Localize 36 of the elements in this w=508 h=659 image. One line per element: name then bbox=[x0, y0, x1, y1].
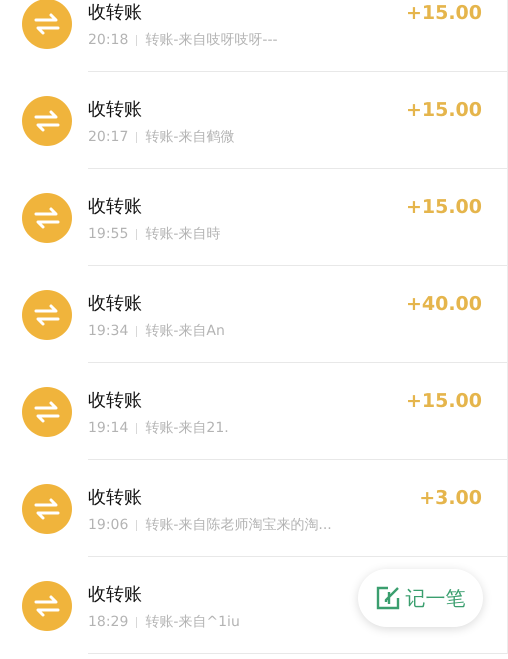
transaction-title: 收转账 bbox=[88, 292, 142, 316]
transaction-title: 收转账 bbox=[88, 1, 142, 25]
transaction-title: 收转账 bbox=[88, 583, 142, 607]
transaction-note: 转账-来自鹤微 bbox=[145, 128, 234, 146]
add-note-button[interactable]: 记一笔 bbox=[358, 569, 483, 627]
transaction-note: 转账-来自時 bbox=[145, 225, 220, 243]
transaction-time: 18:29 bbox=[88, 613, 128, 631]
transfer-icon bbox=[22, 96, 72, 146]
transaction-time: 19:34 bbox=[88, 322, 128, 340]
transaction-note: 转账-来自^1iu bbox=[145, 613, 240, 631]
transaction-note: 转账-来自陈老师淘宝来的淘... bbox=[145, 516, 332, 534]
transfer-icon bbox=[22, 193, 72, 243]
edit-icon bbox=[376, 586, 400, 610]
transaction-amount: +3.00 bbox=[419, 486, 482, 511]
transaction-time: 19:14 bbox=[88, 419, 128, 437]
transaction-amount: +15.00 bbox=[406, 195, 482, 220]
transfer-icon bbox=[22, 581, 72, 631]
transaction-note: 转账-来自21. bbox=[145, 419, 229, 437]
transaction-title: 收转账 bbox=[88, 486, 142, 510]
transaction-time: 19:55 bbox=[88, 225, 128, 243]
transaction-amount: +15.00 bbox=[406, 389, 482, 414]
transaction-note: 转账-来自An bbox=[145, 322, 225, 340]
transaction-amount: +15.00 bbox=[406, 98, 482, 123]
transfer-icon bbox=[22, 290, 72, 340]
transaction-title: 收转账 bbox=[88, 98, 142, 122]
transaction-time: 20:18 bbox=[88, 31, 128, 49]
transfer-icon bbox=[22, 0, 72, 49]
transaction-title: 收转账 bbox=[88, 389, 142, 413]
transaction-title: 收转账 bbox=[88, 195, 142, 219]
transaction-time: 20:17 bbox=[88, 128, 128, 146]
transaction-amount: +15.00 bbox=[406, 1, 482, 26]
transaction-note: 转账-来自吱呀吱呀--- bbox=[145, 31, 278, 49]
transfer-icon bbox=[22, 387, 72, 437]
transaction-amount: +40.00 bbox=[406, 292, 482, 317]
transaction-time: 19:06 bbox=[88, 516, 128, 534]
transfer-icon bbox=[22, 484, 72, 534]
